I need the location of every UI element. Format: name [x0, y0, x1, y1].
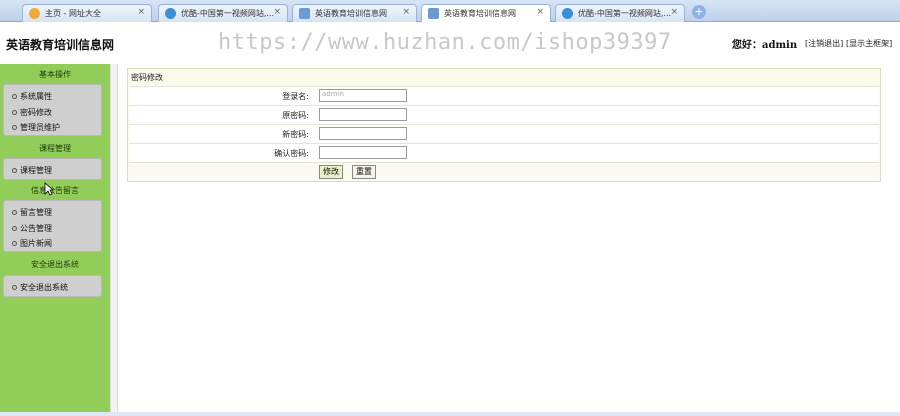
video-icon: [562, 8, 573, 19]
sidebar-section-info: 留言管理 公告管理 图片新闻: [3, 200, 102, 252]
username-label: 登录名:: [282, 92, 309, 101]
tab-close-icon[interactable]: ×: [402, 7, 410, 17]
panel-title: 密码修改: [131, 73, 163, 82]
browser-tab-home[interactable]: 主页 - 网址大全 ×: [22, 4, 152, 22]
sidebar-item-message-management[interactable]: 留言管理: [12, 207, 52, 218]
bullet-icon: [12, 226, 17, 231]
browser-tab-bar: 主页 - 网址大全 × 优酷-中国第一视频网站,... × 英语教育培训信息网 …: [0, 0, 900, 23]
confirm-password-field[interactable]: [319, 146, 407, 159]
bullet-icon: [12, 125, 17, 130]
site-title: 英语教育培训信息网: [6, 38, 115, 52]
browser-tab-site-active[interactable]: 英语教育培训信息网 ×: [421, 4, 551, 23]
frame-divider[interactable]: [110, 64, 118, 412]
new-password-label: 新密码:: [282, 130, 309, 139]
sidebar-item-notice-management[interactable]: 公告管理: [12, 223, 52, 234]
page-icon: [299, 8, 310, 19]
tab-label: 主页 - 网址大全: [45, 9, 101, 18]
form-row-username: 登录名: admin: [129, 86, 879, 105]
browser-tab-site-1[interactable]: 英语教育培训信息网 ×: [292, 4, 417, 22]
status-bar: [0, 412, 900, 416]
new-password-field[interactable]: [319, 127, 407, 140]
sidebar-item-admin-maintenance[interactable]: 管理员维护: [12, 122, 60, 133]
sidebar-section-exit-title[interactable]: 安全退出系统: [0, 256, 110, 274]
sidebar-section-course: 课程管理: [3, 158, 102, 180]
tab-label: 英语教育培训信息网: [444, 9, 516, 18]
tab-close-icon[interactable]: ×: [137, 7, 145, 17]
home-icon: [29, 8, 40, 19]
sidebar-item-change-password[interactable]: 密码修改: [12, 107, 52, 118]
logout-link[interactable]: [注销退出]: [805, 38, 843, 49]
main-frame-link[interactable]: [显示主框架]: [846, 38, 892, 49]
sidebar-section-exit: 安全退出系统: [3, 275, 102, 297]
tab-label: 优酷-中国第一视频网站,...: [181, 9, 275, 18]
mouse-cursor-icon: [44, 182, 54, 196]
form-row-confirm-password: 确认密码:: [129, 143, 879, 162]
username-field[interactable]: admin: [319, 89, 407, 102]
tab-label: 优酷-中国第一视频网站,...: [578, 9, 672, 18]
bullet-icon: [12, 210, 17, 215]
sidebar-item-system-settings[interactable]: 系统属性: [12, 91, 52, 102]
sidebar-item-picture-news[interactable]: 图片新闻: [12, 238, 52, 249]
sidebar-section-basic-title[interactable]: 基本操作: [0, 66, 110, 84]
bullet-icon: [12, 241, 17, 246]
form-row-actions: 修改 重置: [129, 162, 879, 181]
sidebar-item-safe-exit[interactable]: 安全退出系统: [12, 282, 68, 293]
page-icon: [428, 8, 439, 19]
old-password-label: 原密码:: [282, 111, 309, 120]
video-icon: [165, 8, 176, 19]
bullet-icon: [12, 94, 17, 99]
change-password-panel: 密码修改 登录名: admin 原密码: 新密码: 确认密码: 修改 重置: [127, 68, 881, 182]
sidebar-section-course-title[interactable]: 课程管理: [0, 140, 110, 158]
old-password-field[interactable]: [319, 108, 407, 121]
bullet-icon: [12, 285, 17, 290]
confirm-password-label: 确认密码:: [274, 149, 309, 158]
main-content: 密码修改 登录名: admin 原密码: 新密码: 确认密码: 修改 重置: [118, 64, 900, 412]
browser-tab-youku-2[interactable]: 优酷-中国第一视频网站,... ×: [555, 4, 685, 22]
sidebar-section-info-title[interactable]: 信息公告留言: [0, 182, 110, 200]
tab-close-icon[interactable]: ×: [670, 7, 678, 17]
bullet-icon: [12, 110, 17, 115]
form-row-new-password: 新密码:: [129, 124, 879, 143]
submit-button[interactable]: 修改: [319, 165, 343, 179]
sidebar: 基本操作 系统属性 密码修改 管理员维护 课程管理 课程管理 信息公告留言 留言…: [0, 64, 110, 412]
reset-button[interactable]: 重置: [352, 165, 376, 179]
sidebar-item-course-management[interactable]: 课程管理: [12, 165, 52, 176]
tab-label: 英语教育培训信息网: [315, 9, 387, 18]
bullet-icon: [12, 168, 17, 173]
tab-close-icon[interactable]: ×: [536, 7, 544, 17]
browser-tab-youku-1[interactable]: 优酷-中国第一视频网站,... ×: [158, 4, 288, 22]
new-tab-button[interactable]: +: [692, 5, 706, 19]
form-row-old-password: 原密码:: [129, 105, 879, 124]
user-greeting: 您好：admin: [732, 40, 798, 51]
tab-close-icon[interactable]: ×: [273, 7, 281, 17]
watermark-text: https://www.huzhan.com/ishop39397: [218, 30, 672, 55]
page-header: 英语教育培训信息网 https://www.huzhan.com/ishop39…: [0, 22, 900, 64]
sidebar-section-basic: 系统属性 密码修改 管理员维护: [3, 84, 102, 136]
